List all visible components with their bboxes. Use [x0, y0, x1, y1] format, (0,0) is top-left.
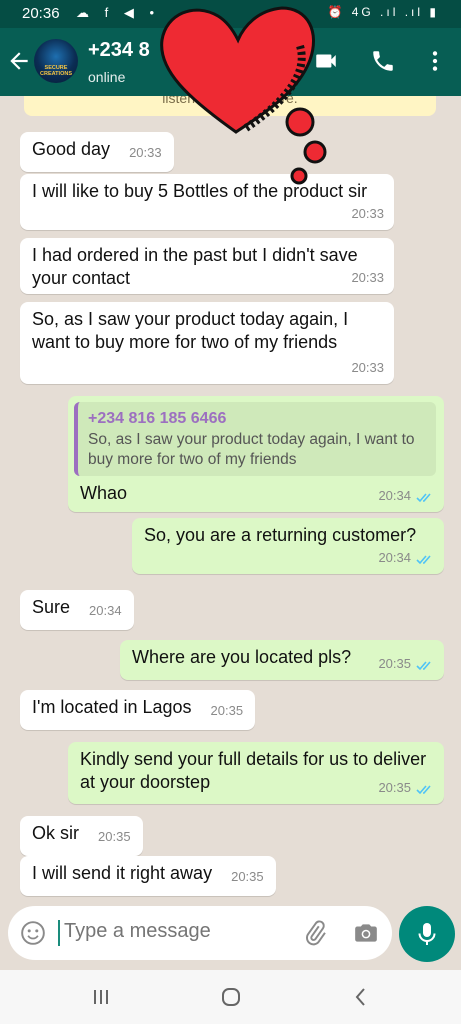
message-text: So, as I saw your product today again, I… — [32, 309, 349, 352]
message-bubble-incoming[interactable]: I'm located in Lagos 20:35 — [20, 690, 256, 730]
message-bubble-outgoing[interactable]: Kindly send your full details for us to … — [68, 742, 444, 804]
voice-call-button[interactable] — [370, 48, 396, 74]
home-icon — [222, 988, 240, 1006]
message-time: 20:35 — [210, 703, 244, 718]
message-bubble-incoming[interactable]: I will send it right away 20:35 — [20, 856, 276, 896]
paperclip-icon — [306, 920, 326, 946]
heart-sticker — [160, 6, 327, 185]
message-bubble-outgoing[interactable]: Where are you located pls? 20:35 — [120, 640, 444, 680]
arrow-left-icon — [10, 52, 28, 70]
microphone-icon — [418, 923, 436, 945]
double-check-icon — [416, 555, 431, 565]
message-input-container[interactable] — [8, 906, 392, 960]
message-meta: 20:35 — [378, 776, 434, 799]
message-input[interactable] — [64, 920, 284, 943]
message-meta: 20:35 — [378, 652, 434, 675]
message-time: 20:35 — [98, 829, 131, 844]
back-button[interactable] — [6, 48, 32, 74]
message-bubble-incoming[interactable]: Sure 20:34 — [20, 590, 134, 630]
contact-name[interactable]: +234 8 — [88, 39, 150, 62]
recents-button[interactable] — [88, 984, 114, 1010]
message-text: Good day — [32, 139, 111, 159]
message-bubble-incoming[interactable]: I had ordered in the past but I didn't s… — [20, 238, 394, 294]
emoji-button[interactable] — [20, 920, 46, 946]
text-caret — [58, 920, 60, 946]
camera-icon — [355, 924, 377, 942]
message-time: 20:33 — [351, 206, 384, 221]
message-text: I had ordered in the past but I didn't s… — [32, 245, 358, 288]
message-time: 20:35 — [231, 869, 264, 884]
phone-icon — [373, 51, 393, 71]
voice-record-button[interactable] — [399, 906, 455, 962]
message-time: 20:35 — [378, 656, 411, 671]
message-text: Where are you located pls? — [132, 647, 352, 667]
quote-author: +234 816 185 6466 — [88, 410, 227, 427]
attach-button[interactable] — [302, 920, 328, 946]
chevron-left-icon — [355, 988, 365, 1006]
double-check-icon — [416, 493, 431, 503]
message-meta: 20:34 — [378, 484, 434, 507]
message-bubble-incoming[interactable]: Ok sir 20:35 — [20, 816, 143, 856]
message-text: I'm located in Lagos — [32, 697, 192, 717]
message-time: 20:34 — [89, 603, 122, 618]
message-text: Ok sir — [32, 823, 79, 843]
system-navigation-bar — [0, 970, 461, 1024]
message-text: I will send it right away — [32, 863, 213, 883]
smiley-icon — [21, 921, 45, 945]
chat-area[interactable]: listen to the arn more. Good day 20:33 I… — [0, 96, 461, 906]
status-time: 20:36 — [22, 5, 60, 22]
avatar-logo-text: SECURE CREATIONS — [40, 65, 72, 77]
message-time: 20:34 — [378, 550, 411, 565]
message-time: 20:33 — [351, 360, 384, 375]
system-icons: ⏰ 4G .ıl .ıl ▮ — [327, 5, 439, 19]
avatar[interactable]: SECURE CREATIONS — [34, 39, 78, 83]
message-time: 20:33 — [351, 270, 384, 285]
message-time: 20:34 — [378, 488, 411, 503]
contact-status: online — [88, 69, 126, 85]
quote-text: So, as I saw your product today again, I… — [88, 431, 415, 468]
message-bubble-outgoing[interactable]: So, you are a returning customer? 20:34 — [132, 518, 444, 574]
message-bubble-incoming[interactable]: So, as I saw your product today again, I… — [20, 302, 394, 384]
double-check-icon — [416, 785, 431, 795]
more-vertical-icon — [432, 51, 438, 71]
more-options-button[interactable] — [422, 48, 448, 74]
message-text: Whao — [80, 483, 128, 503]
quoted-message[interactable]: +234 816 185 6466 So, as I saw your prod… — [74, 402, 436, 476]
double-check-icon — [416, 661, 431, 671]
composer-bar — [0, 906, 461, 970]
camera-button[interactable] — [353, 920, 379, 946]
home-button[interactable] — [218, 984, 244, 1010]
message-text: Kindly send your full details for us to … — [80, 749, 427, 792]
nav-back-button[interactable] — [348, 984, 374, 1010]
message-text: Sure — [32, 597, 71, 617]
message-meta: 20:34 — [378, 546, 434, 569]
message-time: 20:35 — [378, 780, 411, 795]
message-text: So, you are a returning customer? — [144, 525, 417, 545]
recent-apps-icon — [94, 990, 108, 1004]
message-bubble-outgoing[interactable]: +234 816 185 6466 So, as I saw your prod… — [68, 396, 444, 512]
